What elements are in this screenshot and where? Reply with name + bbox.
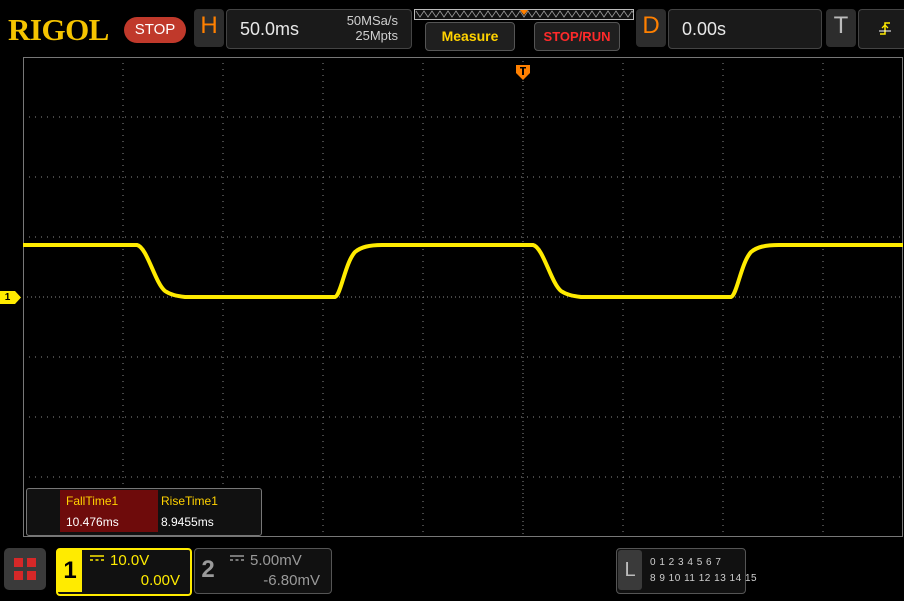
channel-1-number: 1	[58, 550, 82, 592]
horizontal-letter: H	[200, 12, 218, 39]
graticule-center-axes	[23, 57, 903, 537]
memory-depth-value: 25Mpts	[355, 28, 398, 43]
measurement-name: FallTime1	[66, 494, 119, 508]
channel-1-trace	[23, 243, 903, 299]
digital-channels-row-2: 8 9 10 11 12 13 14 15	[650, 573, 758, 584]
measurement-value: 10.476ms	[66, 515, 119, 529]
channel-2-number: 2	[201, 556, 215, 583]
digital-channels-row-1: 0 1 2 3 4 5 6 7	[650, 557, 722, 568]
channel-2-scale: 5.00mV	[250, 552, 302, 569]
waveform-display[interactable]	[23, 57, 903, 537]
sample-rate-value: 50MSa/s	[346, 13, 398, 28]
rigol-logo: RIGOL	[8, 12, 109, 47]
dc-coupling-icon	[90, 555, 104, 561]
trigger-letter: T	[833, 12, 849, 39]
grid-menu-icon	[14, 558, 36, 580]
logic-analyzer-letter: L	[618, 550, 642, 590]
stop-run-button[interactable]: STOP/RUN	[534, 22, 620, 51]
rising-edge-trigger-icon	[879, 22, 891, 35]
measure-button[interactable]: Measure	[425, 22, 515, 51]
trigger-position-indicator	[414, 9, 634, 20]
channel-1-offset: 0.00V	[140, 572, 180, 589]
channel-2-offset: -6.80mV	[263, 572, 320, 589]
run-status-badge[interactable]: STOP	[124, 17, 186, 43]
delay-value: 0.00s	[682, 19, 727, 39]
measurement-name: RiseTime1	[161, 494, 218, 508]
delay-letter: D	[642, 12, 660, 39]
channel-1-scale: 10.0V	[110, 552, 150, 569]
measurement-value: 8.9455ms	[161, 515, 214, 529]
timebase-value: 50.0ms	[240, 19, 300, 39]
dc-coupling-icon	[230, 555, 244, 561]
channel-1-marker-label: 1	[4, 292, 11, 303]
